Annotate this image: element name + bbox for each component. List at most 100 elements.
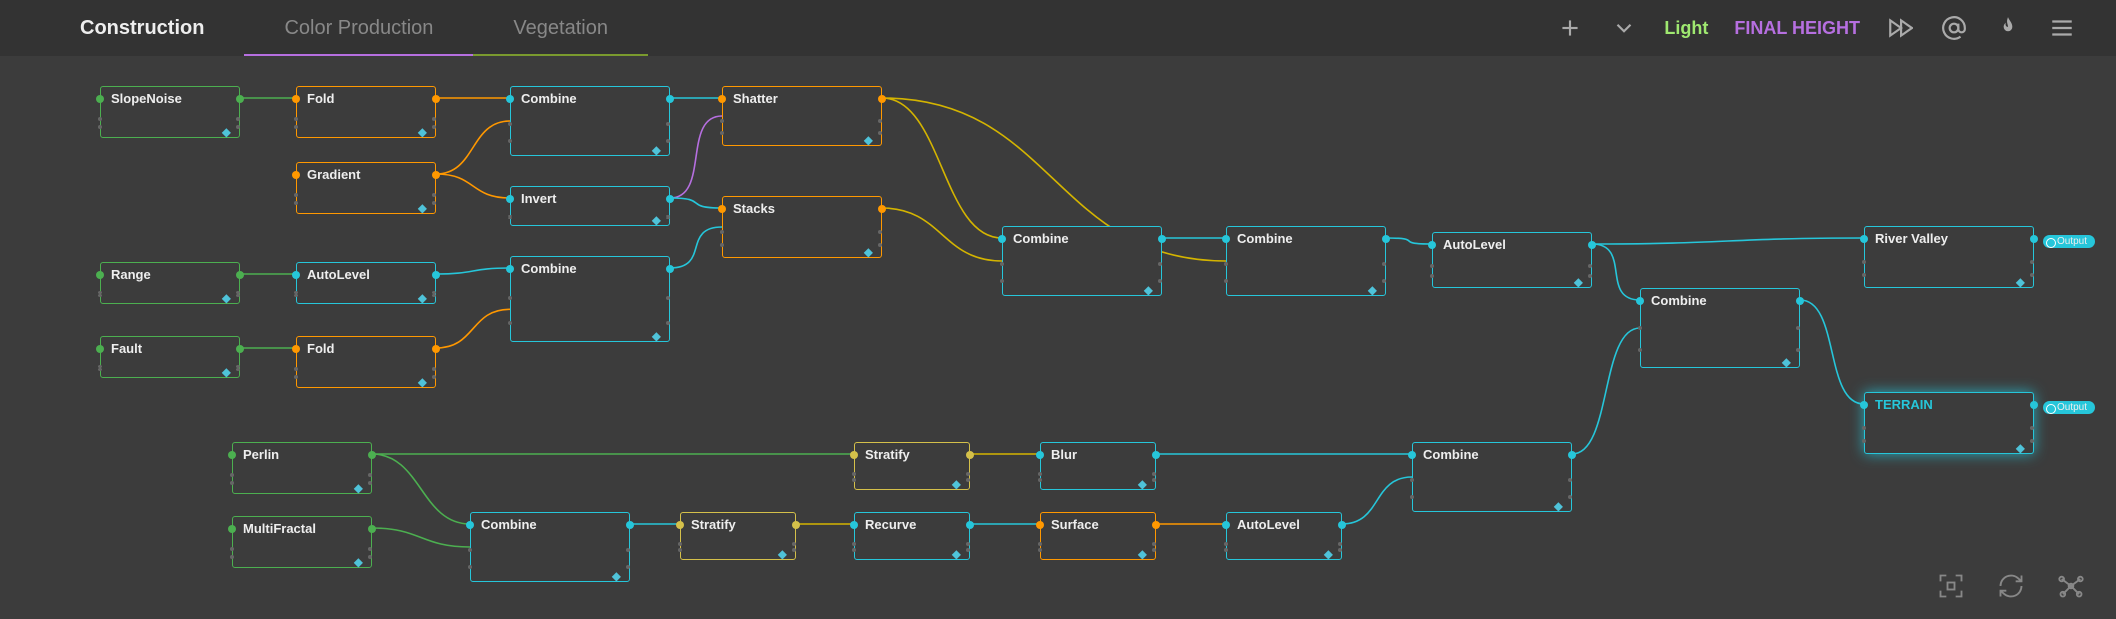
- input-port[interactable]: [1222, 235, 1230, 243]
- node-graph-canvas[interactable]: SlopeNoise◆Fold◆Combine◆Shatter◆Gradient…: [0, 56, 2116, 619]
- node-autolevel_c[interactable]: AutoLevel◆: [1432, 232, 1592, 288]
- input-port[interactable]: [506, 195, 514, 203]
- node-range[interactable]: Range◆: [100, 262, 240, 304]
- output-port[interactable]: [966, 521, 974, 529]
- node-fold1[interactable]: Fold◆: [296, 86, 436, 138]
- tab-color-production[interactable]: Color Production: [244, 0, 473, 56]
- bookmark-icon[interactable]: ◆: [222, 365, 231, 379]
- bookmark-icon[interactable]: ◆: [2016, 441, 2025, 455]
- node-stacks[interactable]: Stacks◆: [722, 196, 882, 258]
- output-port[interactable]: [1152, 451, 1160, 459]
- menu-icon[interactable]: [2048, 14, 2076, 42]
- input-port[interactable]: [292, 271, 300, 279]
- bookmark-icon[interactable]: ◆: [1324, 547, 1333, 561]
- tab-construction[interactable]: Construction: [40, 0, 244, 56]
- input-port[interactable]: [1408, 451, 1416, 459]
- bookmark-icon[interactable]: ◆: [222, 125, 231, 139]
- chevron-down-icon[interactable]: [1610, 14, 1638, 42]
- input-port[interactable]: [998, 235, 1006, 243]
- input-port[interactable]: [718, 205, 726, 213]
- bookmark-icon[interactable]: ◆: [864, 245, 873, 259]
- input-port[interactable]: [850, 521, 858, 529]
- output-port[interactable]: [2030, 235, 2038, 243]
- output-port[interactable]: [236, 345, 244, 353]
- node-surface[interactable]: Surface◆: [1040, 512, 1156, 560]
- node-combine_c1[interactable]: Combine◆: [1002, 226, 1162, 296]
- bookmark-icon[interactable]: ◆: [2016, 275, 2025, 289]
- input-port[interactable]: [1860, 235, 1868, 243]
- bookmark-icon[interactable]: ◆: [952, 547, 961, 561]
- input-port[interactable]: [466, 521, 474, 529]
- node-stratify2[interactable]: Stratify◆: [854, 442, 970, 490]
- node-combine_b[interactable]: Combine◆: [470, 512, 630, 582]
- output-port[interactable]: [1568, 451, 1576, 459]
- input-port[interactable]: [96, 271, 104, 279]
- output-port[interactable]: [368, 525, 376, 533]
- flame-icon[interactable]: [1994, 14, 2022, 42]
- output-port[interactable]: [1588, 241, 1596, 249]
- node-terrain[interactable]: TERRAIN◆Output: [1864, 392, 2034, 454]
- at-sign-icon[interactable]: [1940, 14, 1968, 42]
- node-multifractal[interactable]: MultiFractal◆: [232, 516, 372, 568]
- node-blur[interactable]: Blur◆: [1040, 442, 1156, 490]
- bookmark-icon[interactable]: ◆: [1574, 275, 1583, 289]
- output-port[interactable]: [1796, 297, 1804, 305]
- output-port[interactable]: [1338, 521, 1346, 529]
- output-port[interactable]: [1152, 521, 1160, 529]
- bookmark-icon[interactable]: ◆: [652, 213, 661, 227]
- node-slopenoise[interactable]: SlopeNoise◆: [100, 86, 240, 138]
- input-port[interactable]: [1036, 521, 1044, 529]
- input-port[interactable]: [292, 345, 300, 353]
- input-port[interactable]: [292, 171, 300, 179]
- node-autolevel_b[interactable]: AutoLevel◆: [1226, 512, 1342, 560]
- input-port[interactable]: [1428, 241, 1436, 249]
- node-autolevel_l[interactable]: AutoLevel◆: [296, 262, 436, 304]
- bookmark-icon[interactable]: ◆: [418, 375, 427, 389]
- input-port[interactable]: [96, 95, 104, 103]
- node-fault[interactable]: Fault◆: [100, 336, 240, 378]
- output-port[interactable]: [792, 521, 800, 529]
- bookmark-icon[interactable]: ◆: [418, 201, 427, 215]
- input-port[interactable]: [1636, 297, 1644, 305]
- output-port[interactable]: [1158, 235, 1166, 243]
- fit-view-icon[interactable]: [1936, 571, 1966, 601]
- node-stratify1[interactable]: Stratify◆: [680, 512, 796, 560]
- graph-layout-icon[interactable]: [2056, 571, 2086, 601]
- node-combine_c2[interactable]: Combine◆: [1226, 226, 1386, 296]
- bookmark-icon[interactable]: ◆: [612, 569, 621, 583]
- bookmark-icon[interactable]: ◆: [354, 481, 363, 495]
- output-port[interactable]: [626, 521, 634, 529]
- bookmark-icon[interactable]: ◆: [418, 291, 427, 305]
- input-port[interactable]: [1036, 451, 1044, 459]
- bookmark-icon[interactable]: ◆: [354, 555, 363, 569]
- bookmark-icon[interactable]: ◆: [778, 547, 787, 561]
- output-port[interactable]: [878, 95, 886, 103]
- node-recurve[interactable]: Recurve◆: [854, 512, 970, 560]
- output-port[interactable]: [2030, 401, 2038, 409]
- input-port[interactable]: [292, 95, 300, 103]
- node-combine_tl[interactable]: Combine◆: [510, 86, 670, 156]
- output-port[interactable]: [666, 195, 674, 203]
- node-combine_br[interactable]: Combine◆: [1412, 442, 1572, 512]
- output-port[interactable]: [368, 451, 376, 459]
- bookmark-icon[interactable]: ◆: [952, 477, 961, 491]
- input-port[interactable]: [96, 345, 104, 353]
- input-port[interactable]: [850, 451, 858, 459]
- node-river[interactable]: River Valley◆Output: [1864, 226, 2034, 288]
- tab-vegetation[interactable]: Vegetation: [473, 0, 648, 56]
- node-invert[interactable]: Invert◆: [510, 186, 670, 226]
- output-port[interactable]: [432, 345, 440, 353]
- bookmark-icon[interactable]: ◆: [1554, 499, 1563, 513]
- input-port[interactable]: [1222, 521, 1230, 529]
- bookmark-icon[interactable]: ◆: [1144, 283, 1153, 297]
- output-port[interactable]: [666, 265, 674, 273]
- bookmark-icon[interactable]: ◆: [1138, 477, 1147, 491]
- input-port[interactable]: [718, 95, 726, 103]
- input-port[interactable]: [228, 451, 236, 459]
- input-port[interactable]: [1860, 401, 1868, 409]
- refresh-icon[interactable]: [1996, 571, 2026, 601]
- node-shatter[interactable]: Shatter◆: [722, 86, 882, 146]
- add-icon[interactable]: [1556, 14, 1584, 42]
- output-port[interactable]: [432, 171, 440, 179]
- input-port[interactable]: [506, 95, 514, 103]
